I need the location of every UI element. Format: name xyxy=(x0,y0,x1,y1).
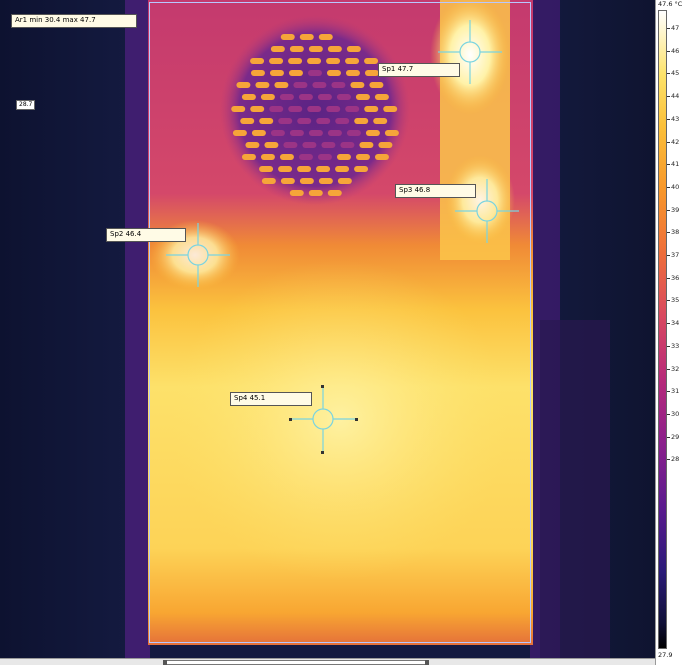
scale-tick xyxy=(667,73,670,75)
scale-tick xyxy=(667,28,670,29)
scale-tick-label: 43 xyxy=(671,114,680,123)
scale-tick-label: 28 xyxy=(671,455,680,464)
measurement-area-box[interactable] xyxy=(149,2,531,643)
scale-tick-label: 32 xyxy=(671,364,680,373)
scale-tick xyxy=(667,232,670,234)
scale-tick-label: 37 xyxy=(671,251,680,259)
scale-tick-label: 31 xyxy=(671,387,680,396)
scale-tick xyxy=(667,50,670,52)
scale-tick-label: 38 xyxy=(671,228,680,237)
thermal-image-viewer[interactable]: Ar1 min 30.4 max 47.7 28.7 Sp1 47.7 Sp2 … xyxy=(0,0,655,658)
temperature-color-bar xyxy=(658,10,667,649)
scale-tick-label: 42 xyxy=(671,137,680,146)
scale-tick xyxy=(667,345,670,347)
scale-tick-label: 29 xyxy=(671,432,680,441)
spot-label-sp4: Sp4 45.1 xyxy=(230,392,312,406)
scale-tick xyxy=(667,368,670,370)
scale-tick xyxy=(667,323,670,325)
scale-tick xyxy=(667,96,670,98)
temperature-scale-panel: 47.6 °C 47 46 45 44 43 42 41 40 39 38 37 36 35 34 33 32… xyxy=(655,0,690,665)
scale-tick xyxy=(667,255,670,256)
scale-tick-label: 44 xyxy=(671,92,680,101)
scale-max-label: 47.6 °C xyxy=(658,0,683,8)
scale-tick xyxy=(667,186,670,188)
range-slider[interactable] xyxy=(163,660,429,665)
scale-tick-label: 46 xyxy=(671,46,680,55)
scale-tick-label: 41 xyxy=(671,160,680,169)
scale-tick xyxy=(667,413,670,415)
area-readout-label: Ar1 min 30.4 max 47.7 xyxy=(11,14,137,28)
scale-tick-label: 34 xyxy=(671,319,680,328)
scale-min-label: 27.9 xyxy=(658,651,673,659)
cursor-temperature-readout: 28.7 xyxy=(16,100,36,110)
scale-tick-label: 47 xyxy=(671,24,680,32)
scale-tick xyxy=(667,300,670,302)
spot-label-sp2: Sp2 46.4 xyxy=(106,228,186,242)
slider-handle-left[interactable] xyxy=(163,660,167,665)
bottom-slider-track[interactable] xyxy=(0,658,655,665)
scale-tick-label: 30 xyxy=(671,409,680,418)
scale-tick xyxy=(667,141,670,143)
scale-tick-label: 36 xyxy=(671,273,680,282)
spot-label-sp3: Sp3 46.8 xyxy=(395,184,476,198)
scale-tick-label: 33 xyxy=(671,341,680,350)
scale-tick xyxy=(667,118,670,120)
scale-tick-label: 45 xyxy=(671,69,680,78)
slider-handle-right[interactable] xyxy=(425,660,429,665)
scale-tick xyxy=(667,277,670,279)
scale-tick xyxy=(667,436,670,438)
scale-tick-label: 40 xyxy=(671,182,680,191)
scale-tick-label: 35 xyxy=(671,296,680,305)
scale-tick-label: 39 xyxy=(671,205,680,214)
scale-tick xyxy=(667,164,670,166)
scale-tick xyxy=(667,209,670,211)
scale-tick xyxy=(667,391,670,393)
spot-label-sp1: Sp1 47.7 xyxy=(378,63,460,77)
scale-tick xyxy=(667,459,670,461)
